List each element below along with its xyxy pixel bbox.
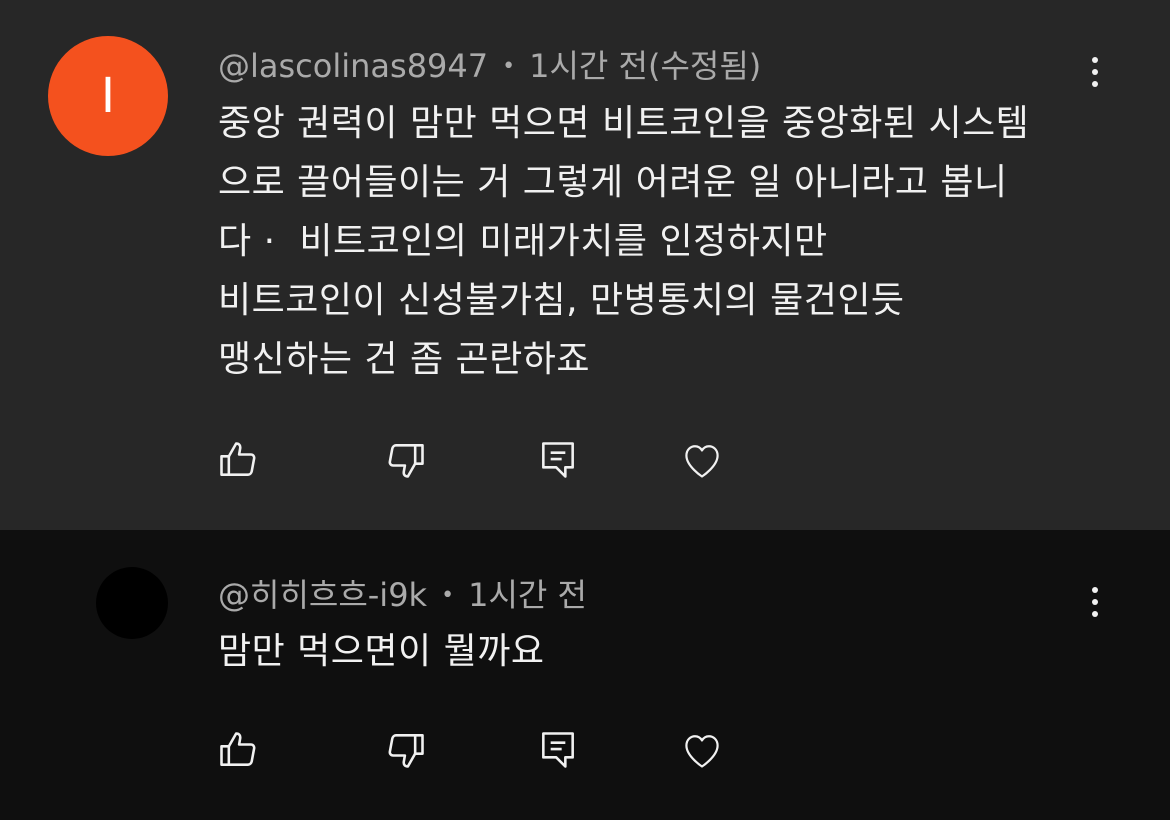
heart-icon xyxy=(685,445,719,478)
comment-header: @lascolinas8947 • 1시간 전(수정됨) xyxy=(218,41,761,87)
avatar[interactable] xyxy=(96,567,168,639)
thumbs-down-icon xyxy=(388,444,424,478)
timestamp[interactable]: 1시간 전(수정됨) xyxy=(529,47,761,85)
thumbs-up-icon xyxy=(220,732,256,766)
heart-button[interactable] xyxy=(672,430,732,490)
dislike-button[interactable] xyxy=(376,720,436,780)
reply-icon xyxy=(542,442,574,478)
separator: • xyxy=(502,54,516,79)
like-button[interactable] xyxy=(208,430,268,490)
more-vert-icon[interactable] xyxy=(1080,582,1110,622)
avatar[interactable]: I xyxy=(48,36,168,156)
avatar-letter: I xyxy=(100,68,116,124)
username[interactable]: @히히흐흐-i9k xyxy=(218,576,427,614)
comment-text: 맘만 먹으면이 뭘까요 xyxy=(218,631,545,672)
heart-button[interactable] xyxy=(672,720,732,780)
comment-item: I @lascolinas8947 • 1시간 전(수정됨) 중앙 권력이 맘만 먹… xyxy=(0,0,1170,530)
thumbs-down-icon xyxy=(388,734,424,768)
reply-button[interactable] xyxy=(528,430,588,490)
separator: • xyxy=(441,583,455,608)
reply-icon xyxy=(542,732,574,768)
comment-actions xyxy=(0,720,1170,780)
like-button[interactable] xyxy=(208,720,268,780)
comment-header: @히히흐흐-i9k • 1시간 전 xyxy=(218,570,587,616)
reply-button[interactable] xyxy=(528,720,588,780)
username[interactable]: @lascolinas8947 xyxy=(218,47,488,85)
comment-text: 중앙 권력이 맘만 먹으면 비트코인을 중앙화된 시스템 으로 끌어들이는 거 … xyxy=(218,103,1030,380)
more-vert-icon[interactable] xyxy=(1080,52,1110,92)
heart-icon xyxy=(685,735,719,768)
thumbs-up-icon xyxy=(220,442,256,476)
comment-item: @히히흐흐-i9k • 1시간 전 맘만 먹으면이 뭘까요 xyxy=(0,530,1170,820)
comment-actions xyxy=(0,430,1170,490)
dislike-button[interactable] xyxy=(376,430,436,490)
timestamp[interactable]: 1시간 전 xyxy=(468,576,587,614)
